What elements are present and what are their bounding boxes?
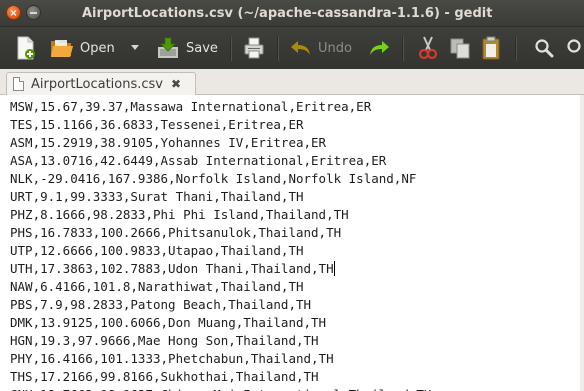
toolbar-separator xyxy=(230,37,231,61)
text-line[interactable]: UTP,12.6666,100.9833,Utapao,Thailand,TH xyxy=(10,242,431,260)
text-line-content: TES,15.1166,36.6833,Tessenei,Eritrea,ER xyxy=(10,117,304,132)
undo-button[interactable]: Undo xyxy=(290,35,352,61)
copy-button[interactable] xyxy=(449,35,471,61)
find-replace-icon xyxy=(567,39,581,53)
text-line[interactable]: NLK,-29.0416,167.9386,Norfolk Island,Nor… xyxy=(10,170,431,188)
title-bar: × AirportLocations.csv (~/apache-cassand… xyxy=(0,0,584,27)
text-line-content: PHY,16.4166,101.1333,Phetchabun,Thailand… xyxy=(10,351,334,366)
redo-button[interactable] xyxy=(368,35,390,61)
open-recent-dropdown[interactable] xyxy=(130,35,140,61)
tab-label: AirportLocations.csv xyxy=(31,76,163,92)
paste-button[interactable] xyxy=(481,35,501,61)
text-line-content: NLK,-29.0416,167.9386,Norfolk Island,Nor… xyxy=(10,171,417,186)
toolbar-separator xyxy=(402,37,403,61)
text-line[interactable]: PHY,16.4166,101.1333,Phetchabun,Thailand… xyxy=(10,350,431,368)
text-line-content: ASM,15.2919,38.9105,Yohannes IV,Eritrea,… xyxy=(10,135,327,150)
text-line[interactable]: PHS,16.7833,100.2666,Phitsanulok,Thailan… xyxy=(10,224,431,242)
new-document-icon xyxy=(17,36,35,60)
paste-icon xyxy=(482,36,500,60)
text-line-content: UTH,17.3863,102.7883,Udon Thani,Thailand… xyxy=(10,261,334,276)
text-line-content: PHZ,8.1666,98.2833,Phi Phi Island,Thaila… xyxy=(10,207,349,222)
window-title: AirportLocations.csv (~/apache-cassandra… xyxy=(82,6,493,21)
text-line[interactable]: ASM,15.2919,38.9105,Yohannes IV,Eritrea,… xyxy=(10,134,431,152)
text-cursor xyxy=(333,261,335,276)
folder-open-icon xyxy=(51,40,73,57)
printer-icon xyxy=(244,37,264,59)
text-line[interactable]: MSW,15.67,39.37,Massawa International,Er… xyxy=(10,98,431,116)
search-icon xyxy=(535,39,554,58)
tab-airportlocations[interactable]: AirportLocations.csv ✖ xyxy=(6,72,196,95)
undo-icon xyxy=(291,41,310,55)
text-line[interactable]: NAW,6.4166,101.8,Narathiwat,Thailand,TH xyxy=(10,278,431,296)
minimize-window-button[interactable] xyxy=(26,5,41,20)
close-window-button[interactable]: × xyxy=(6,5,21,20)
text-line-content: UTP,12.6666,100.9833,Utapao,Thailand,TH xyxy=(10,243,304,258)
find-replace-button[interactable] xyxy=(566,35,584,61)
text-line-content: PHS,16.7833,100.2666,Phitsanulok,Thailan… xyxy=(10,225,342,240)
open-button[interactable]: Open xyxy=(50,35,115,61)
text-line[interactable]: URT,9.1,99.3333,Surat Thani,Thailand,TH xyxy=(10,188,431,206)
editor-lines: MSW,15.67,39.37,Massawa International,Er… xyxy=(10,98,431,391)
save-icon xyxy=(158,37,178,58)
text-editor[interactable]: MSW,15.67,39.37,Massawa International,Er… xyxy=(0,95,584,391)
chevron-down-icon xyxy=(131,45,139,50)
scissors-icon xyxy=(418,36,438,60)
text-line[interactable]: DMK,13.9125,100.6066,Don Muang,Thailand,… xyxy=(10,314,431,332)
toolbar: Open Save Undo xyxy=(0,27,584,69)
text-line[interactable]: PHZ,8.1666,98.2833,Phi Phi Island,Thaila… xyxy=(10,206,431,224)
search-button[interactable] xyxy=(534,35,554,61)
text-line[interactable]: PBS,7.9,98.2833,Patong Beach,Thailand,TH xyxy=(10,296,431,314)
text-line-content: URT,9.1,99.3333,Surat Thani,Thailand,TH xyxy=(10,189,304,204)
text-line[interactable]: CNX,18.7663,98.9627,Chiang Mai Internati… xyxy=(10,386,431,391)
text-line-content: THS,17.2166,99.8166,Sukhothai,Thailand,T… xyxy=(10,369,319,384)
new-document-button[interactable] xyxy=(16,35,36,61)
open-label: Open xyxy=(80,40,115,56)
tab-strip: AirportLocations.csv ✖ xyxy=(0,69,584,95)
undo-label: Undo xyxy=(318,40,352,56)
vertical-scrollbar[interactable] xyxy=(580,95,584,391)
redo-icon xyxy=(370,41,389,55)
text-line[interactable]: ASA,13.0716,42.6449,Assab International,… xyxy=(10,152,431,170)
text-line-content: MSW,15.67,39.37,Massawa International,Er… xyxy=(10,99,372,114)
text-line-content: PBS,7.9,98.2833,Patong Beach,Thailand,TH xyxy=(10,297,312,312)
print-button[interactable] xyxy=(243,35,265,61)
text-line-content: HGN,19.3,97.9666,Mae Hong Son,Thailand,T… xyxy=(10,333,319,348)
text-line-content: ASA,13.0716,42.6449,Assab International,… xyxy=(10,153,387,168)
toolbar-separator xyxy=(277,37,278,61)
toolbar-separator xyxy=(515,37,516,61)
save-button[interactable]: Save xyxy=(156,35,218,61)
text-document-icon xyxy=(13,77,24,91)
cut-button[interactable] xyxy=(418,35,438,61)
save-label: Save xyxy=(186,40,218,56)
text-line[interactable]: TES,15.1166,36.6833,Tessenei,Eritrea,ER xyxy=(10,116,431,134)
text-line-content: DMK,13.9125,100.6066,Don Muang,Thailand,… xyxy=(10,315,327,330)
text-line-content: NAW,6.4166,101.8,Narathiwat,Thailand,TH xyxy=(10,279,304,294)
text-line-content: CNX,18.7663,98.9627,Chiang Mai Internati… xyxy=(10,387,431,391)
text-line[interactable]: HGN,19.3,97.9666,Mae Hong Son,Thailand,T… xyxy=(10,332,431,350)
text-line[interactable]: UTH,17.3863,102.7883,Udon Thani,Thailand… xyxy=(10,260,431,278)
copy-icon xyxy=(450,38,470,59)
text-line[interactable]: THS,17.2166,99.8166,Sukhothai,Thailand,T… xyxy=(10,368,431,386)
close-tab-icon[interactable]: ✖ xyxy=(171,77,181,91)
